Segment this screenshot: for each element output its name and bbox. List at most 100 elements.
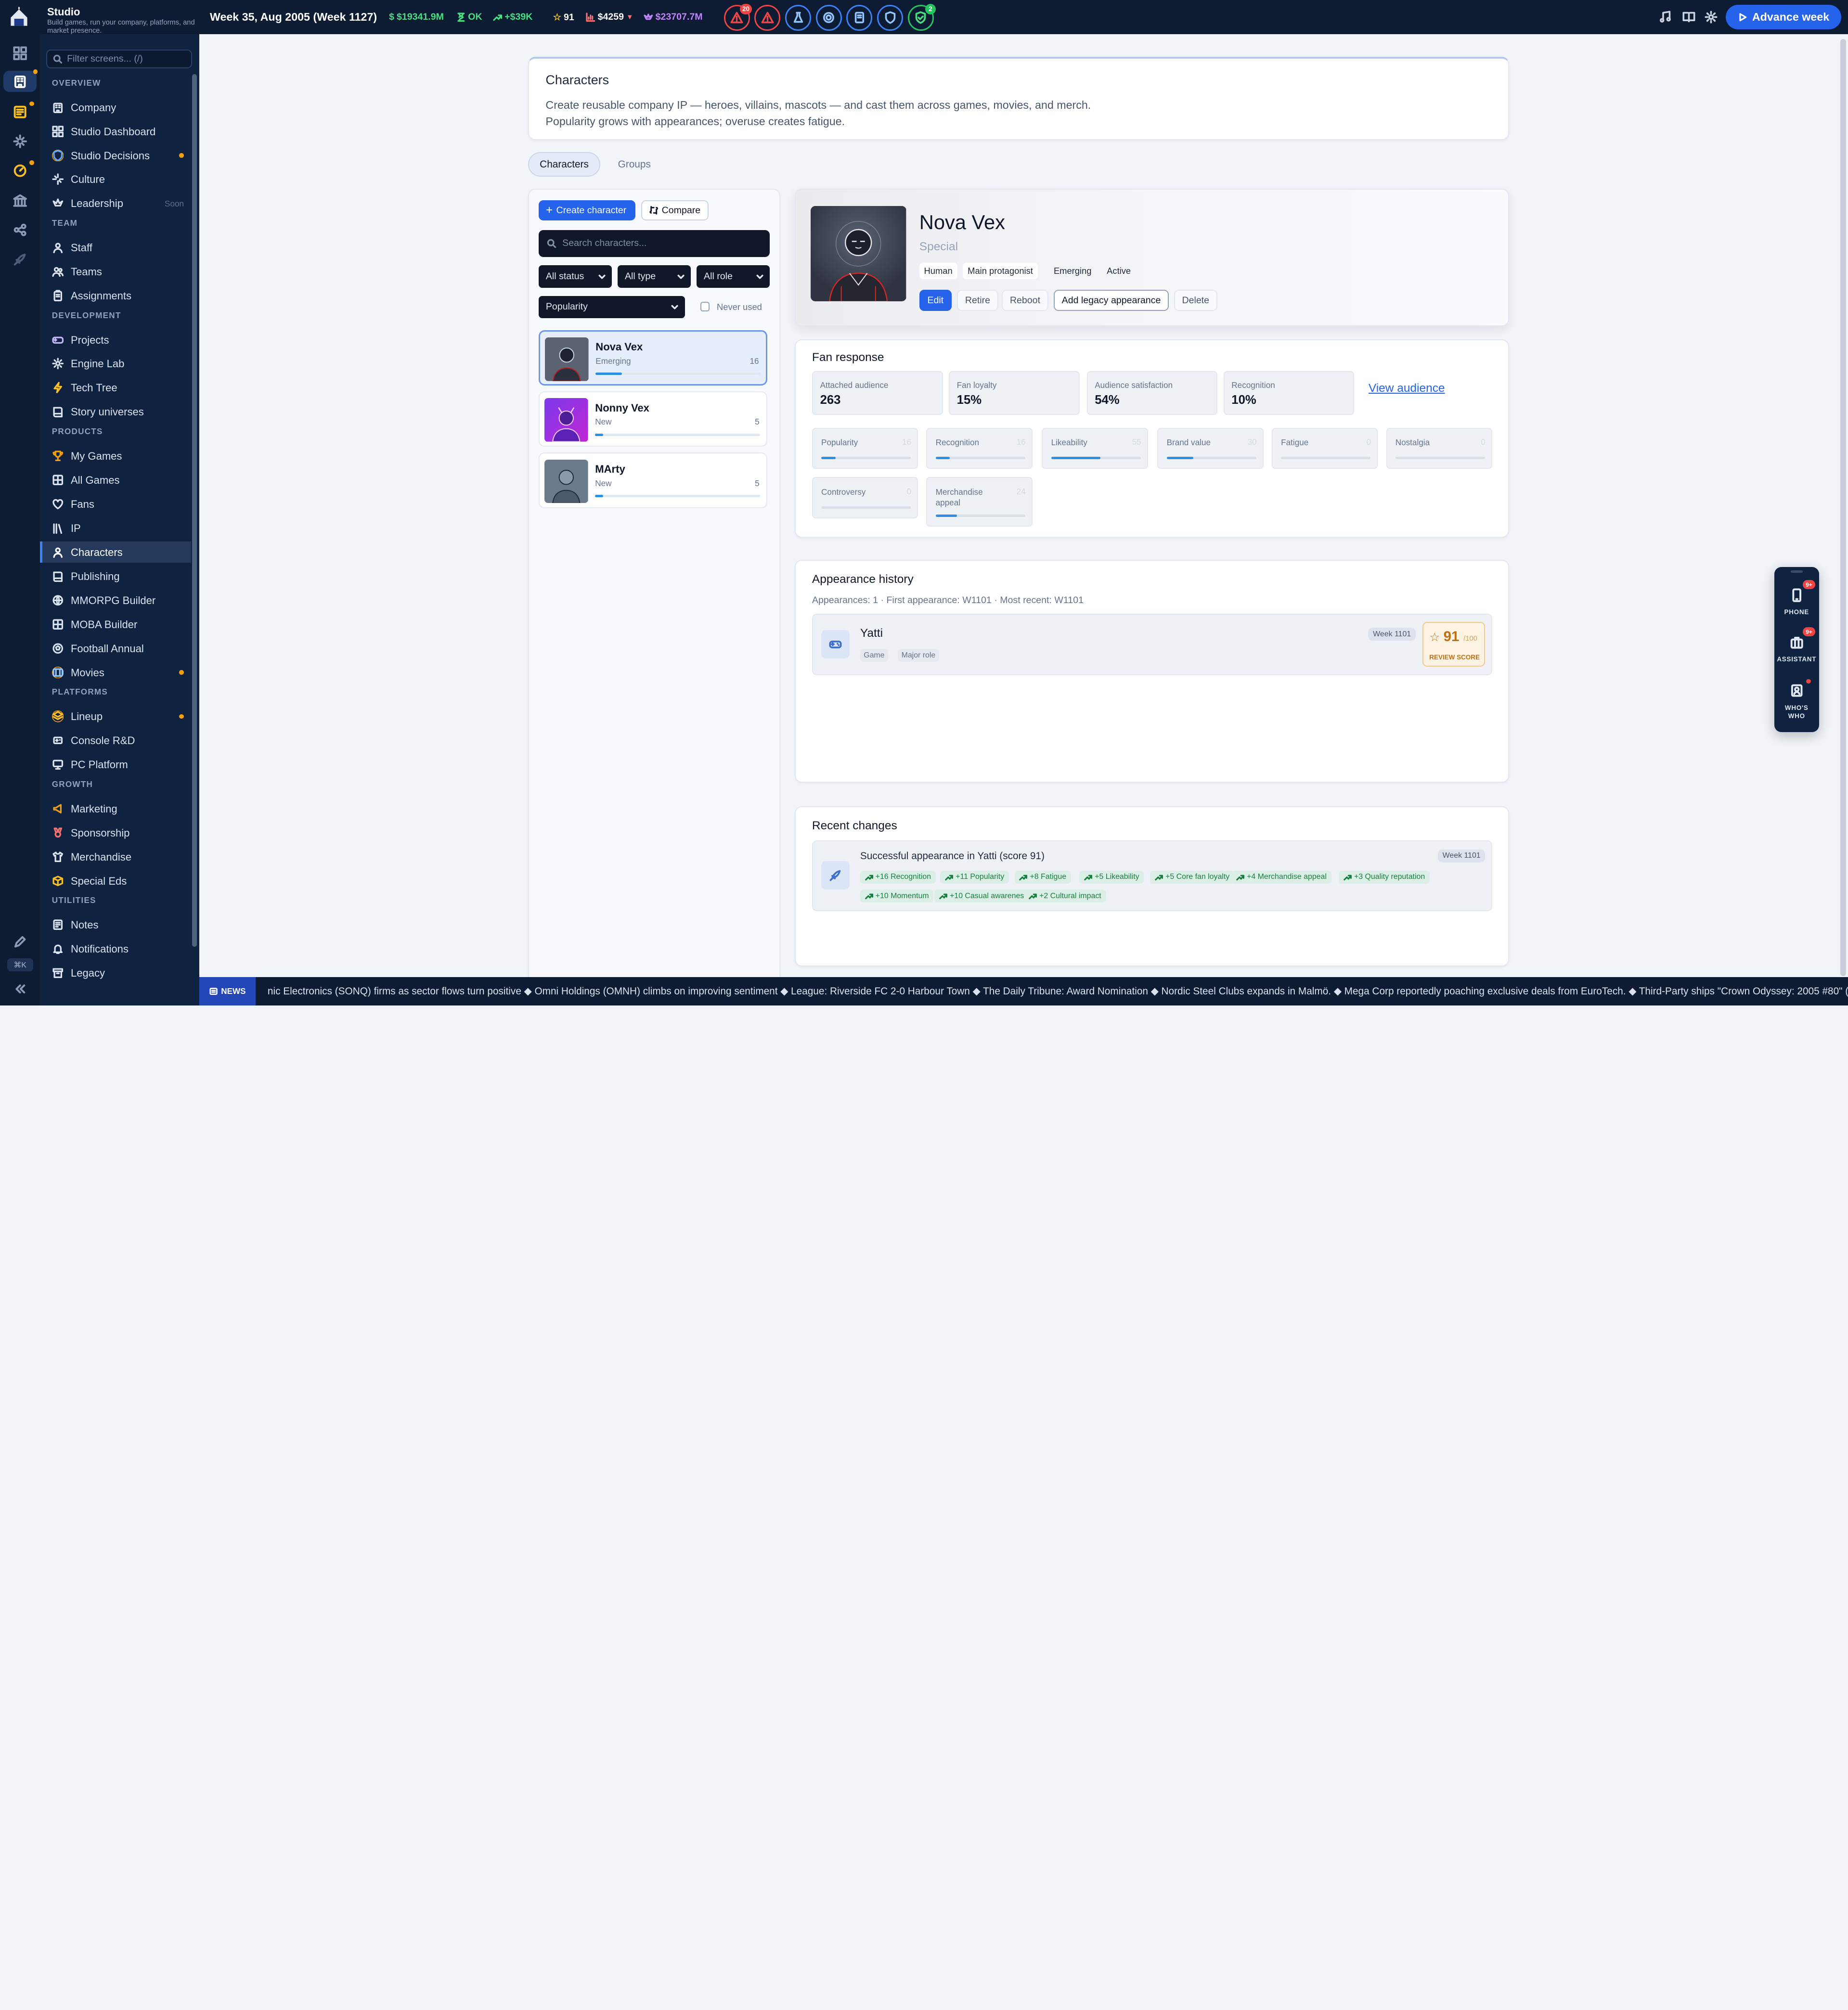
rail-growth-button[interactable] bbox=[13, 134, 27, 149]
metric-label: Likeability bbox=[1051, 437, 1087, 447]
sidebar-item-my-games[interactable]: My Games bbox=[40, 445, 191, 466]
critical-alert-button[interactable]: 20 bbox=[724, 3, 752, 31]
command-palette-shortcut[interactable]: ⌘K bbox=[7, 958, 33, 971]
sidebar-item-moba-builder[interactable]: MOBA Builder bbox=[40, 614, 191, 635]
rail-news-button[interactable] bbox=[13, 101, 34, 119]
trend-up-icon bbox=[1155, 875, 1163, 881]
sidebar-item-notifications[interactable]: Notifications bbox=[40, 938, 191, 959]
studio-alert-button[interactable] bbox=[815, 4, 842, 31]
shield-alert-button[interactable] bbox=[877, 4, 903, 31]
sidebar-item-notes[interactable]: Notes bbox=[40, 914, 191, 935]
reboot-button[interactable]: Reboot bbox=[1002, 289, 1048, 311]
sidebar-item-movies[interactable]: Movies bbox=[40, 662, 191, 683]
sort-select[interactable]: Popularity bbox=[539, 296, 685, 319]
tab-groups[interactable]: Groups bbox=[607, 152, 661, 177]
warning-alert-button[interactable] bbox=[754, 4, 781, 31]
filter-screens-input[interactable]: Filter screens... (/) bbox=[46, 49, 193, 69]
sidebar-item-studio-decisions[interactable]: Studio Decisions bbox=[40, 145, 191, 166]
role-filter-select[interactable]: All role bbox=[697, 265, 770, 288]
briefcase-icon bbox=[1790, 636, 1803, 649]
sidebar-item-football-annual[interactable]: Football Annual bbox=[40, 638, 191, 659]
retire-button[interactable]: Retire bbox=[957, 289, 998, 311]
sidebar-item-sponsorship[interactable]: Sponsorship bbox=[40, 822, 191, 843]
status-filter-select[interactable]: All status bbox=[539, 265, 612, 288]
sidebar-item-culture[interactable]: Culture bbox=[40, 169, 191, 190]
assistant-button[interactable]: ASSISTANT bbox=[1774, 635, 1819, 663]
staff-alert-button[interactable] bbox=[785, 4, 811, 31]
sidebar-item-mmorpg-builder[interactable]: MMORPG Builder bbox=[40, 590, 191, 611]
type-filter-select[interactable]: All type bbox=[618, 265, 691, 288]
never-used-checkbox[interactable] bbox=[700, 301, 710, 311]
cash-stat[interactable]: $ $19341.9M bbox=[389, 12, 444, 23]
main-scrollbar[interactable] bbox=[1840, 39, 1847, 976]
rail-dashboard-button[interactable] bbox=[13, 46, 27, 60]
sidebar-item-studio-dashboard[interactable]: Studio Dashboard bbox=[40, 121, 191, 142]
sidebar-item-publishing[interactable]: Publishing bbox=[40, 566, 191, 587]
appearance-row[interactable]: Yatti Game Major role Week 1101 ☆ 91 /10… bbox=[812, 614, 1492, 675]
sidebar-item-story-universes[interactable]: Story universes bbox=[40, 401, 191, 423]
edit-button[interactable]: Edit bbox=[919, 289, 952, 311]
advance-week-button[interactable]: Advance week bbox=[1726, 4, 1842, 30]
metric-value: 0 bbox=[906, 486, 912, 496]
sidebar-item-pc-platform[interactable]: PC Platform bbox=[40, 754, 191, 775]
rail-finance-button[interactable] bbox=[13, 193, 27, 207]
sidebar-item-assignments[interactable]: Assignments bbox=[40, 285, 191, 306]
add-legacy-appearance-button[interactable]: Add legacy appearance bbox=[1053, 289, 1169, 311]
guide-button[interactable] bbox=[1682, 11, 1695, 24]
sidebar-item-marketing[interactable]: Marketing bbox=[40, 798, 191, 819]
console-alert-button[interactable] bbox=[846, 4, 873, 31]
sidebar-item-special-eds[interactable]: Special Eds bbox=[40, 870, 191, 891]
news-badge[interactable]: NEWS bbox=[199, 977, 256, 1005]
music-button[interactable] bbox=[1659, 11, 1672, 24]
reputation-stat[interactable]: ☆ 91 bbox=[553, 12, 574, 23]
search-characters-input[interactable]: Search characters... bbox=[539, 230, 770, 257]
sidebar-item-merchandise[interactable]: Merchandise bbox=[40, 846, 191, 867]
dock-handle[interactable] bbox=[1791, 570, 1803, 573]
status-stat[interactable]: OK bbox=[456, 12, 482, 23]
share-price-stat[interactable]: $4259 ▼ bbox=[586, 12, 633, 23]
delete-button[interactable]: Delete bbox=[1174, 289, 1217, 311]
sidebar-item-staff[interactable]: Staff bbox=[40, 237, 191, 258]
income-delta-stat[interactable]: +$39K bbox=[493, 12, 532, 23]
rail-edit-button[interactable] bbox=[13, 935, 27, 949]
bank-icon bbox=[13, 194, 27, 207]
metric-value: 55 bbox=[1132, 437, 1141, 447]
rail-launch-button[interactable] bbox=[13, 252, 27, 266]
view-audience-link[interactable]: View audience bbox=[1369, 382, 1445, 395]
sidebar-item-ip[interactable]: IP bbox=[40, 517, 191, 539]
sidebar-item-company[interactable]: Company bbox=[40, 97, 191, 118]
create-character-button[interactable]: + Create character bbox=[539, 200, 635, 220]
whos-who-button[interactable]: WHO'S WHO bbox=[1774, 683, 1819, 720]
sidebar-scrollbar[interactable] bbox=[192, 74, 197, 947]
review-score-value: 91 bbox=[1443, 629, 1460, 645]
character-item-nova-vex[interactable]: Nova Vex Emerging 16 bbox=[539, 330, 768, 386]
rail-collapse-button[interactable] bbox=[13, 982, 27, 996]
valuation-stat[interactable]: $23707.7M bbox=[644, 12, 703, 23]
health-alert-button[interactable]: 2 bbox=[907, 3, 936, 31]
rail-performance-button[interactable] bbox=[13, 160, 34, 178]
metric-bar bbox=[935, 515, 1025, 517]
sidebar-item-projects[interactable]: Projects bbox=[40, 329, 191, 350]
sidebar-item-fans[interactable]: Fans bbox=[40, 493, 191, 515]
rail-studio-button[interactable] bbox=[3, 69, 38, 92]
sidebar-item-leadership[interactable]: Leadership Soon bbox=[40, 193, 191, 214]
sidebar-item-characters[interactable]: Characters bbox=[40, 541, 191, 563]
settings-button[interactable] bbox=[1705, 11, 1718, 24]
character-item-marty[interactable]: MArty New 5 bbox=[539, 452, 768, 508]
sidebar-item-all-games[interactable]: All Games bbox=[40, 469, 191, 490]
sidebar-item-label: Engine Lab bbox=[70, 358, 125, 370]
sidebar-item-engine-lab[interactable]: Engine Lab bbox=[40, 353, 191, 374]
tab-characters[interactable]: Characters bbox=[528, 152, 600, 177]
brand[interactable]: Studio Build games, run your company, pl… bbox=[0, 0, 199, 35]
character-status: Emerging bbox=[595, 356, 631, 366]
sidebar-item-legacy[interactable]: Legacy bbox=[40, 962, 191, 983]
phone-button[interactable]: PHONE bbox=[1774, 588, 1819, 616]
sidebar-item-lineup[interactable]: Lineup bbox=[40, 706, 191, 727]
sidebar-item-teams[interactable]: Teams bbox=[40, 261, 191, 282]
compare-button[interactable]: Compare bbox=[641, 200, 709, 220]
sidebar-item-tech-tree[interactable]: Tech Tree bbox=[40, 377, 191, 399]
delta-chip: +10 Momentum bbox=[860, 889, 934, 903]
character-item-nonny-vex[interactable]: Nonny Vex New 5 bbox=[539, 391, 768, 447]
sidebar-item-console-r-d[interactable]: Console R&D bbox=[40, 730, 191, 751]
rail-network-button[interactable] bbox=[13, 223, 27, 237]
